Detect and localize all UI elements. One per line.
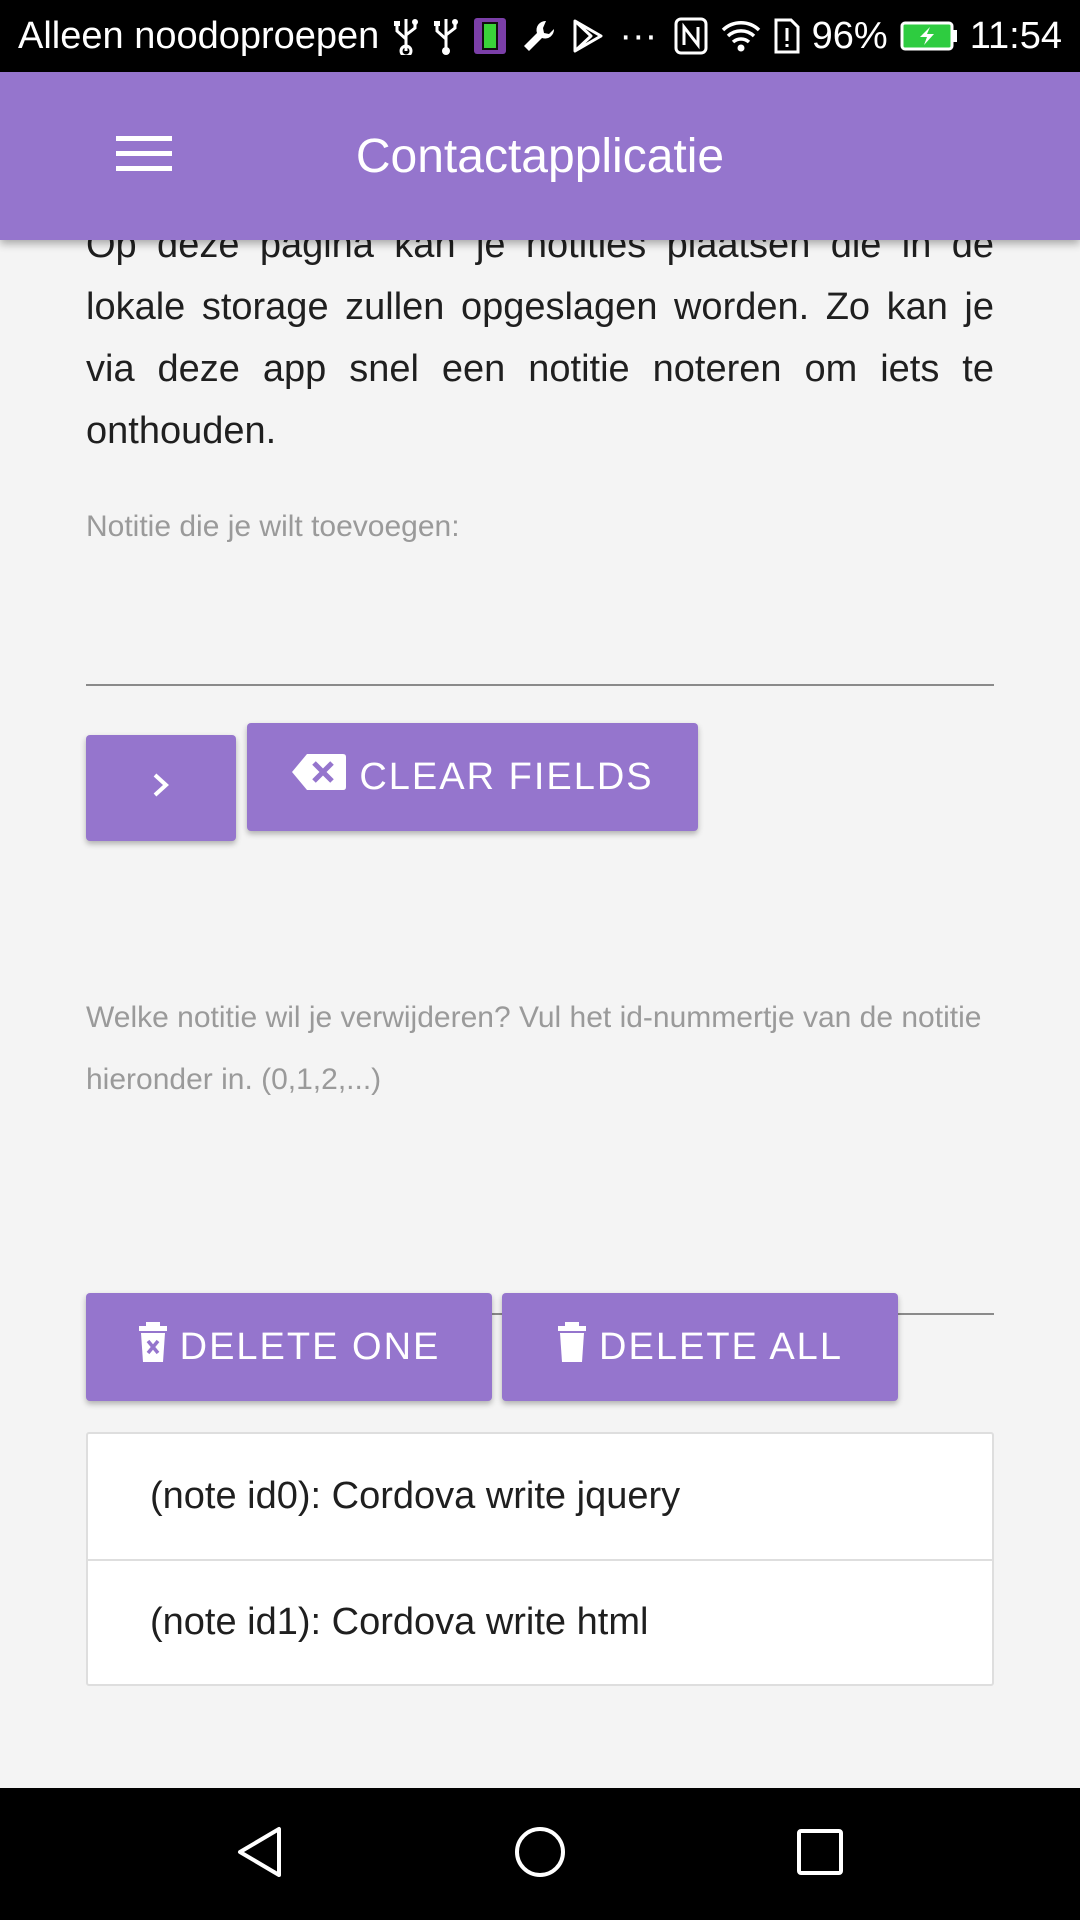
recents-button[interactable] [780,1814,860,1894]
list-item[interactable]: (note id0): Cordova write jquery [88,1434,992,1559]
recents-square-icon [796,1828,844,1881]
back-button[interactable] [220,1814,300,1894]
delete-all-button[interactable]: DELETE ALL [502,1293,898,1401]
carrier-text: Alleen noodoproepen [18,14,380,57]
wrench-icon [521,18,557,54]
nfc-icon [674,17,708,55]
clock: 11:54 [969,14,1062,57]
delete-all-label: DELETE ALL [599,1325,843,1368]
app-bar: Contactapplicatie [0,72,1080,240]
clear-fields-button[interactable]: CLEAR FIELDS [247,723,698,831]
status-bar: Alleen noodoproepen ··· 96% 11:54 [0,0,1080,72]
delete-one-button[interactable]: DELETE ONE [86,1293,492,1401]
submit-note-button[interactable] [86,735,236,841]
usb-icon [433,17,459,55]
delete-note-label: Welke notitie wil je verwijderen? Vul he… [86,1001,982,1096]
status-left: Alleen noodoproepen ··· [18,15,657,58]
battery-percent: 96% [811,14,888,57]
page-content[interactable]: Op deze pagina kan je notities plaatsen … [0,72,1080,1788]
wifi-icon [720,18,762,54]
notes-list: (note id0): Cordova write jquery (note i… [86,1432,994,1686]
battery-app-icon [473,17,507,55]
page-title: Contactapplicatie [355,129,725,183]
home-circle-icon [513,1825,567,1884]
backspace-icon [291,752,347,802]
home-button[interactable] [500,1814,580,1894]
status-right: 96% 11:54 [674,15,1062,58]
usb-icon [393,17,419,55]
navigation-bar [0,1788,1080,1920]
trash-x-icon [138,1321,168,1373]
chevron-right-icon [149,767,173,810]
clear-fields-label: CLEAR FIELDS [359,755,654,798]
add-note-label: Notitie die je wilt toevoegen: [86,510,460,543]
intro-text: Op deze pagina kan je notities plaatsen … [86,224,994,452]
list-item[interactable]: (note id1): Cordova write html [88,1559,992,1684]
trash-icon [557,1321,587,1373]
sim-alert-icon [774,18,800,54]
overflow-indicator: ··· [619,14,658,57]
play-store-icon [571,18,605,54]
delete-one-label: DELETE ONE [179,1325,441,1368]
back-triangle-icon [235,1825,285,1884]
battery-charging-icon [900,21,958,51]
add-note-input[interactable] [86,626,994,686]
